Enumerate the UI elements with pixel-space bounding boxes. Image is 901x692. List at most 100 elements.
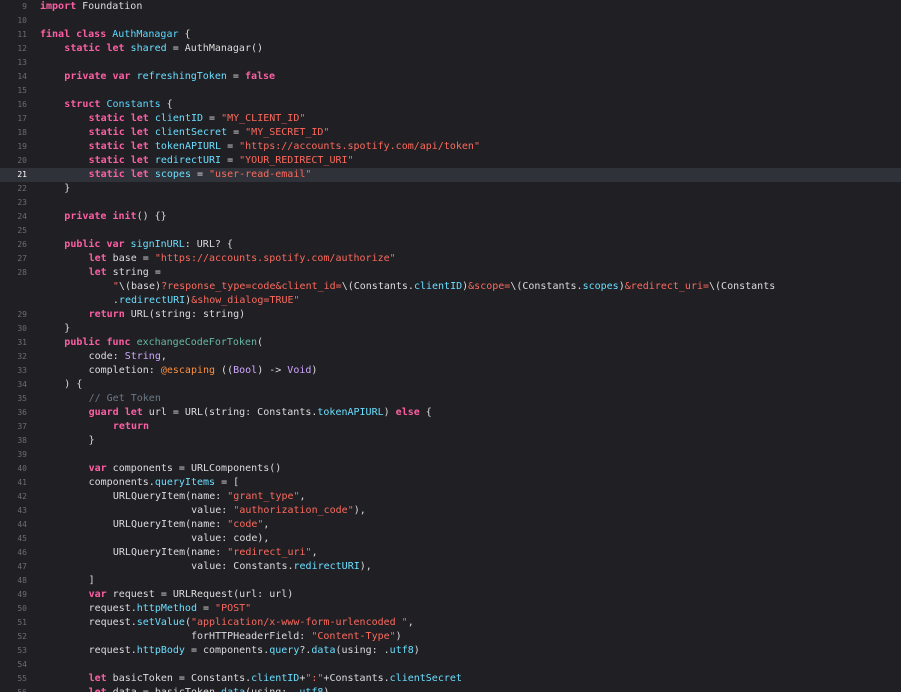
code-line[interactable]: 9 import Foundation xyxy=(0,0,901,14)
code-line[interactable]: 52 forHTTPHeaderField: "Content-Type") xyxy=(0,630,901,644)
code-line[interactable]: 25 xyxy=(0,224,901,238)
code-token: AuthManagar xyxy=(112,29,179,40)
code-token: = AuthManagar() xyxy=(166,43,263,54)
line-number: 10 xyxy=(17,16,27,25)
code-text: "\(base)?response_type=code&client_id=\(… xyxy=(113,280,775,294)
line-number: 40 xyxy=(17,464,27,473)
code-token: = xyxy=(196,603,216,614)
line-number: 41 xyxy=(17,478,27,487)
code-line[interactable]: 48] xyxy=(0,574,901,588)
code-token: = xyxy=(190,169,210,180)
code-line[interactable]: 53 request.httpBody = components.query?.d… xyxy=(0,644,901,658)
code-text: var components = URLComponents() xyxy=(89,462,282,476)
code-line[interactable]: 16 struct Constants { xyxy=(0,98,901,112)
code-line[interactable]: 12 static let shared = AuthManagar() xyxy=(0,42,901,56)
code-line[interactable]: 17 static let clientID = "MY_CLIENT_ID" xyxy=(0,112,901,126)
code-token: "YOUR_REDIRECT_URI" xyxy=(239,155,354,166)
code-text: struct Constants { xyxy=(64,98,172,112)
code-token: request. xyxy=(88,603,137,614)
code-line[interactable]: 21 static let scopes = "user-read-email" xyxy=(0,168,901,182)
code-line[interactable]: 43 value: "authorization_code"), xyxy=(0,504,901,518)
code-token: \(Constants xyxy=(709,281,776,292)
line-number: 21 xyxy=(17,170,27,179)
code-line[interactable]: 40 var components = URLComponents() xyxy=(0,462,901,476)
code-token: scopes xyxy=(154,169,191,180)
code-token: forHTTPHeaderField: xyxy=(88,631,312,642)
code-line[interactable]: 31 public func exchangeCodeForToken( xyxy=(0,336,901,350)
code-token: code: xyxy=(88,351,125,362)
code-line[interactable]: 51 request.setValue("application/x-www-fo… xyxy=(0,616,901,630)
code-text: URLQueryItem(name: "redirect_uri", xyxy=(113,546,318,560)
code-line[interactable]: 23 xyxy=(0,196,901,210)
code-token: , xyxy=(299,491,306,502)
code-line[interactable]: 47 value: Constants.redirectURI), xyxy=(0,560,901,574)
code-line[interactable]: 37 return xyxy=(0,420,901,434)
code-text: let basicToken = Constants.clientID+":"+… xyxy=(89,672,462,686)
code-line[interactable]: 27 let base = "https://accounts.spotify.c… xyxy=(0,252,901,266)
code-line[interactable]: 19 static let tokenAPIURL = "https://acco… xyxy=(0,140,901,154)
code-line[interactable]: 49 var request = URLRequest(url: url) xyxy=(0,588,901,602)
code-line[interactable]: 39 xyxy=(0,448,901,462)
code-line[interactable]: 29 return URL(string: string) xyxy=(0,308,901,322)
code-token: static let xyxy=(88,141,149,152)
code-line[interactable]: 13 xyxy=(0,56,901,70)
code-text: .redirectURI)&show_dialog=TRUE" xyxy=(113,294,300,308)
code-text: request.httpMethod = "POST" xyxy=(89,602,252,616)
code-token: Foundation xyxy=(76,1,143,12)
code-token: = xyxy=(221,155,240,166)
code-token: exchangeCodeForToken xyxy=(136,337,257,348)
code-token: static let xyxy=(64,43,125,54)
code-token: = xyxy=(221,141,240,152)
line-number: 53 xyxy=(17,646,27,655)
code-line[interactable]: 55 let basicToken = Constants.clientID+":… xyxy=(0,672,901,686)
code-token: struct xyxy=(64,99,101,110)
code-line[interactable]: 15 xyxy=(0,84,901,98)
code-line[interactable]: 41 components.queryItems = [ xyxy=(0,476,901,490)
code-line[interactable]: 54 xyxy=(0,658,901,672)
code-line[interactable]: 44 URLQueryItem(name: "code", xyxy=(0,518,901,532)
code-line[interactable]: 22} xyxy=(0,182,901,196)
code-token: utf8 xyxy=(389,645,414,656)
code-line[interactable]: .redirectURI)&show_dialog=TRUE" xyxy=(0,294,901,308)
code-line[interactable]: 46 URLQueryItem(name: "redirect_uri", xyxy=(0,546,901,560)
code-token: completion: xyxy=(88,365,161,376)
code-token: (( xyxy=(215,365,234,376)
code-editor[interactable]: 9 import Foundation 10 11 final class AuthMa… xyxy=(0,0,901,692)
code-line[interactable]: 18 static let clientSecret = "MY_SECRET_I… xyxy=(0,126,901,140)
code-token: final class xyxy=(40,29,107,40)
code-line[interactable]: 11 final class AuthManagar { xyxy=(0,28,901,42)
code-line[interactable]: 38} xyxy=(0,434,901,448)
code-line[interactable]: 28 let string = xyxy=(0,266,901,280)
code-token: , xyxy=(160,351,167,362)
code-text: static let clientID = "MY_CLIENT_ID" xyxy=(89,112,306,126)
code-line[interactable]: 14 private var refreshingToken = false xyxy=(0,70,901,84)
code-line[interactable]: 26 public var signInURL: URL? { xyxy=(0,238,901,252)
code-token: "POST" xyxy=(215,603,252,614)
code-line[interactable]: 33 completion: @escaping ((Bool) -> Void) xyxy=(0,364,901,378)
code-line[interactable]: 20 static let redirectURI = "YOUR_REDIREC… xyxy=(0,154,901,168)
code-text: } xyxy=(64,182,70,196)
code-token: URLQueryItem(name: xyxy=(112,547,228,558)
code-line[interactable]: 30} xyxy=(0,322,901,336)
line-number: 18 xyxy=(17,128,27,137)
code-line[interactable]: 24 private init() {} xyxy=(0,210,901,224)
code-token: "MY_CLIENT_ID" xyxy=(221,113,306,124)
code-token: tokenAPIURL xyxy=(154,141,222,152)
code-line[interactable]: 34) { xyxy=(0,378,901,392)
code-token: "code" xyxy=(227,519,264,530)
code-token: \(base) xyxy=(118,281,162,292)
code-line[interactable]: 35 // Get Token xyxy=(0,392,901,406)
code-line[interactable]: 10 xyxy=(0,14,901,28)
code-line[interactable]: "\(base)?response_type=code&client_id=\(… xyxy=(0,280,901,294)
code-line[interactable]: 32 code: String, xyxy=(0,350,901,364)
code-text: return xyxy=(113,420,149,434)
code-line[interactable]: 42 URLQueryItem(name: "grant_type", xyxy=(0,490,901,504)
code-line[interactable]: 36 guard let url = URL(string: Constants.… xyxy=(0,406,901,420)
code-line[interactable]: 50 request.httpMethod = "POST" xyxy=(0,602,901,616)
code-text: value: "authorization_code"), xyxy=(113,504,366,518)
code-line[interactable]: 56 let data = basicToken.data(using: .utf… xyxy=(0,686,901,692)
code-line[interactable]: 45 value: code), xyxy=(0,532,901,546)
code-token: redirectURI xyxy=(293,561,360,572)
line-number: 31 xyxy=(17,338,27,347)
line-number: 28 xyxy=(17,268,27,277)
